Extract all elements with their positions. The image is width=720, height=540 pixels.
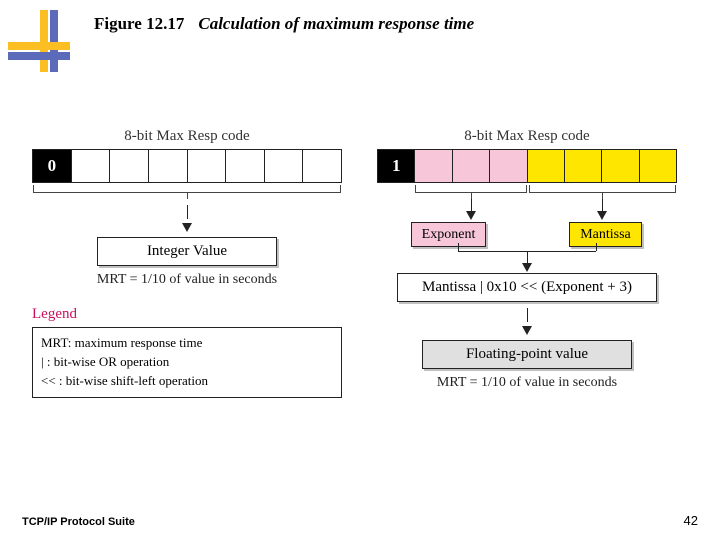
left-bit-0: 0 [33, 150, 72, 182]
right-bit-7 [640, 150, 676, 182]
right-split-arrows [377, 199, 677, 221]
right-brackets [377, 185, 677, 199]
right-bit-2 [453, 150, 490, 182]
page-number: 42 [684, 513, 698, 528]
arrow-down-icon [377, 306, 677, 338]
left-bit-2 [110, 150, 149, 182]
left-bracket [32, 185, 342, 199]
integer-case: 8-bit Max Resp code 0 Integer Value MRT … [32, 128, 342, 398]
left-bit-3 [149, 150, 188, 182]
join-arrow-icon [377, 243, 677, 273]
figure-header: Figure 12.17 Calculation of maximum resp… [94, 14, 694, 34]
right-bit-1 [415, 150, 452, 182]
left-bit-6 [265, 150, 304, 182]
float-case: 8-bit Max Resp code 1 Exponen [377, 128, 677, 391]
legend-line-2: | : bit-wise OR operation [41, 353, 333, 372]
legend-heading: Legend [32, 306, 342, 323]
legend-line-1: MRT: maximum response time [41, 334, 333, 353]
left-byte: 0 [32, 149, 342, 183]
legend-box: MRT: maximum response time | : bit-wise … [32, 327, 342, 398]
left-formula: MRT = 1/10 of value in seconds [32, 272, 342, 288]
bit-op-box: Mantissa | 0x10 << (Exponent + 3) [397, 273, 657, 302]
right-formula: MRT = 1/10 of value in seconds [377, 375, 677, 391]
figure-number: Figure 12.17 [94, 14, 184, 34]
footer-text: TCP/IP Protocol Suite [22, 516, 135, 528]
left-bit-7 [303, 150, 341, 182]
right-bit-6 [602, 150, 639, 182]
right-bit-0: 1 [378, 150, 415, 182]
left-bit-4 [188, 150, 227, 182]
arrow-down-icon [32, 203, 342, 235]
integer-value-box: Integer Value [97, 237, 277, 266]
right-byte-label: 8-bit Max Resp code [377, 128, 677, 145]
left-bit-1 [72, 150, 111, 182]
right-bit-4 [528, 150, 565, 182]
figure-title: Calculation of maximum response time [198, 14, 474, 34]
left-byte-label: 8-bit Max Resp code [32, 128, 342, 145]
right-bit-3 [490, 150, 527, 182]
figure-content: 8-bit Max Resp code 0 Integer Value MRT … [32, 128, 692, 468]
exp-mant-row: Exponent Mantissa [377, 225, 677, 243]
legend-line-3: << : bit-wise shift-left operation [41, 372, 333, 391]
right-bit-5 [565, 150, 602, 182]
float-value-box: Floating-point value [422, 340, 632, 369]
left-bit-5 [226, 150, 265, 182]
right-byte: 1 [377, 149, 677, 183]
